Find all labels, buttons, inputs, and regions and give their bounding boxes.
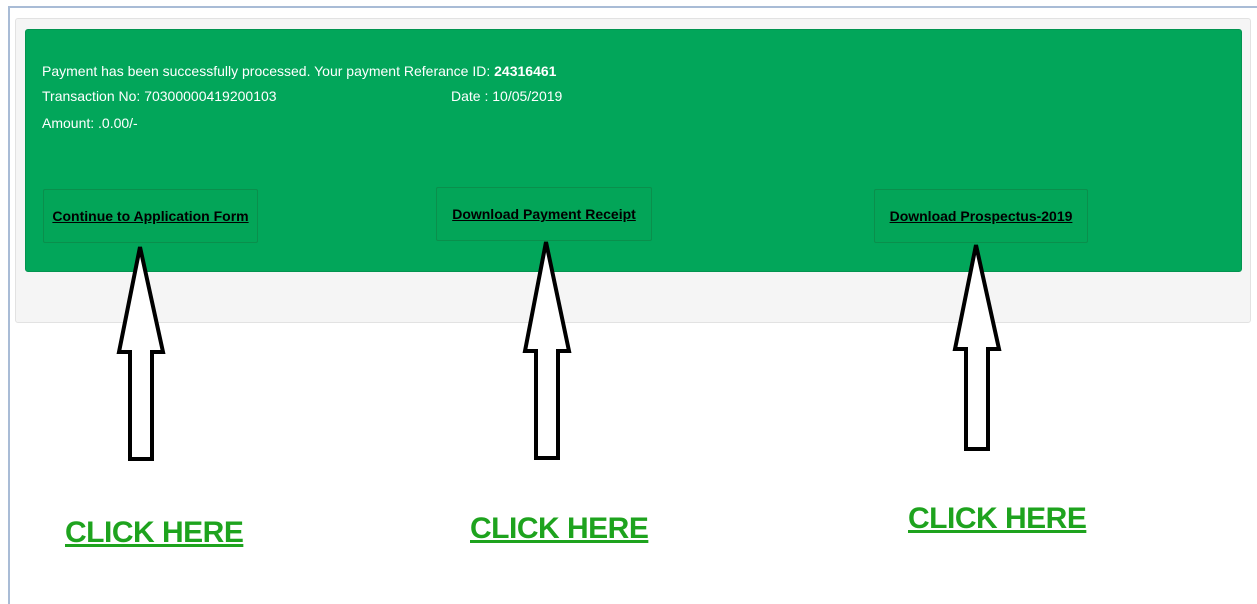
click-here-label-1[interactable]: CLICK HERE (65, 516, 244, 550)
arrow-up-icon (116, 246, 166, 461)
transaction-number: Transaction No: 70300000419200103 (42, 88, 277, 104)
continue-application-form-button[interactable]: Continue to Application Form (43, 189, 258, 243)
click-here-label-3[interactable]: CLICK HERE (908, 502, 1087, 536)
payment-message: Payment has been successfully processed.… (42, 63, 556, 79)
download-payment-receipt-button[interactable]: Download Payment Receipt (436, 187, 652, 241)
window-frame-top (8, 6, 1257, 8)
arrow-up-icon (952, 244, 1002, 451)
payment-date: Date : 10/05/2019 (451, 88, 563, 104)
payment-amount: Amount: .0.00/- (42, 115, 138, 131)
click-here-label-2[interactable]: CLICK HERE (470, 512, 649, 546)
window-frame-left (8, 6, 10, 604)
download-prospectus-button[interactable]: Download Prospectus-2019 (874, 189, 1088, 243)
payment-message-text: Payment has been successfully processed.… (42, 63, 491, 79)
payment-success-alert: Payment has been successfully processed.… (25, 29, 1242, 272)
arrow-up-icon (522, 241, 572, 460)
reference-id: 24316461 (494, 63, 557, 79)
